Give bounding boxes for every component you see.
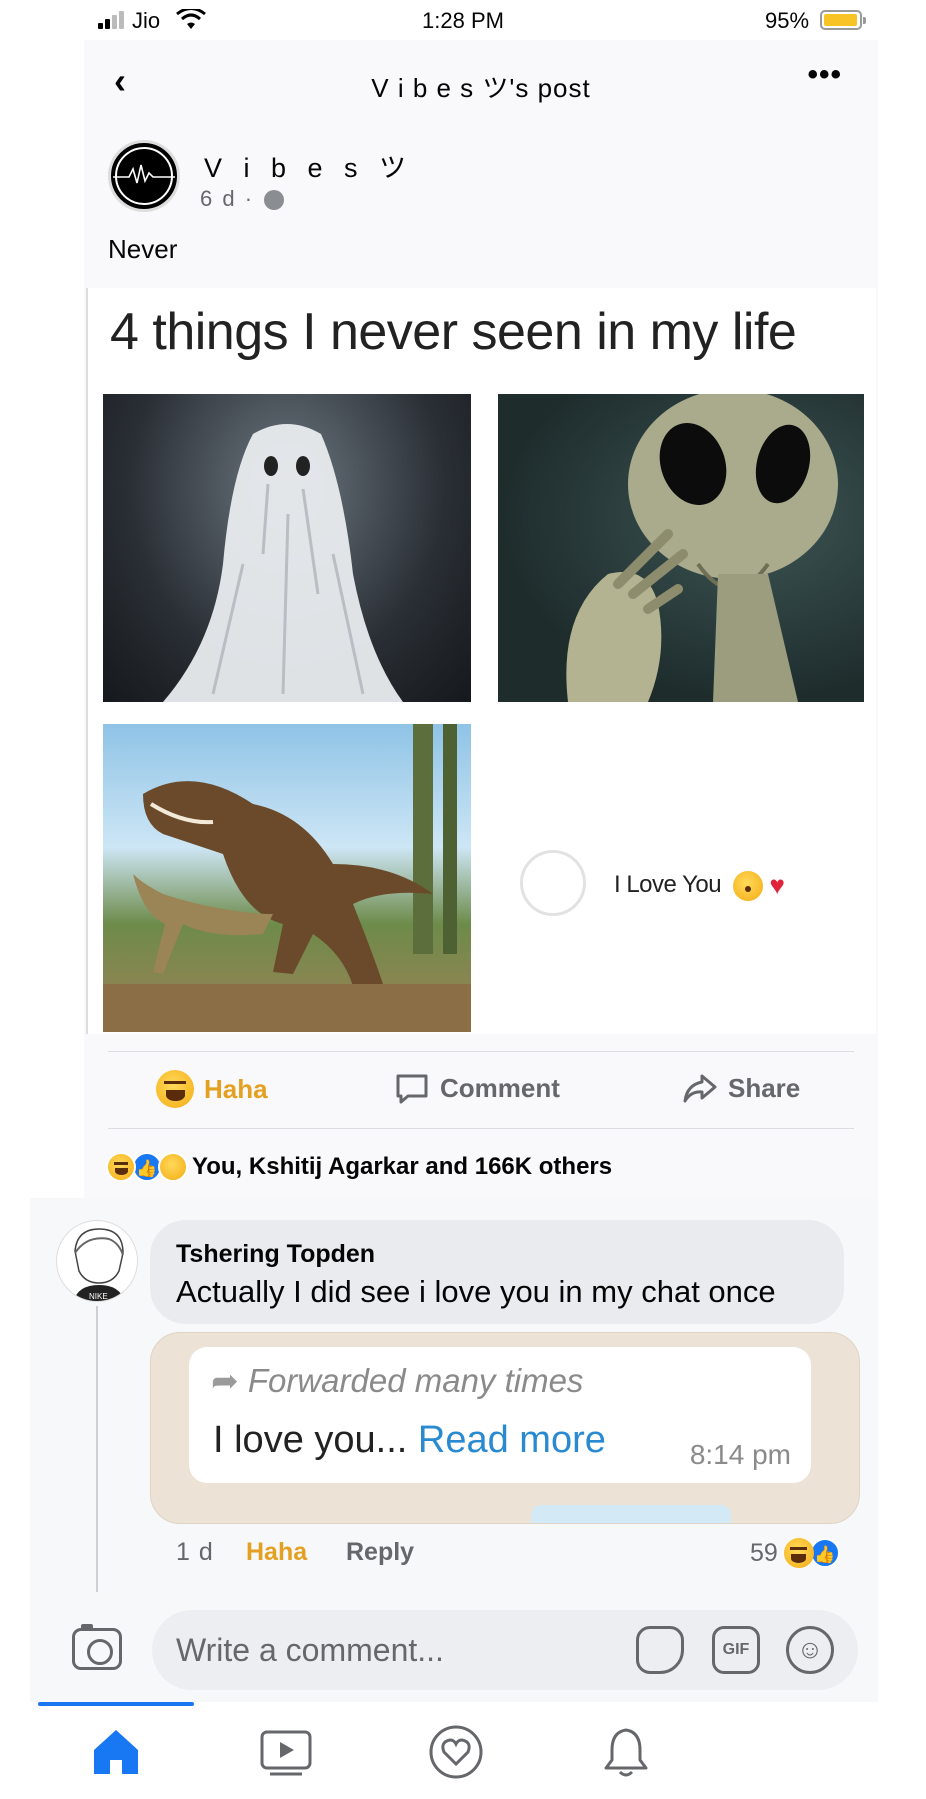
post-image[interactable]: 4 things I never seen in my life I Love … [86,288,876,1034]
meme-title: 4 things I never seen in my life [110,303,797,361]
sticker-icon[interactable] [636,1626,684,1674]
author-avatar[interactable] [108,140,180,212]
notifications-icon[interactable] [596,1722,656,1782]
post-header: ‹ V i b e s ツ's post ••• [84,40,878,122]
alien-image [498,394,864,702]
comment-icon [396,1074,428,1104]
dinosaur-image [103,724,471,1032]
message-body: I love you... [213,1419,418,1461]
comment-input[interactable] [176,1628,616,1672]
page-title: V i b e s ツ's post [371,73,591,103]
haha-icon [783,1538,814,1568]
comment-input-wrapper: GIF ☺ [152,1610,858,1690]
thread-line [96,1306,98,1592]
reactions-text: You, Kshitij Agarkar and 166K others [192,1153,613,1180]
message-time: 8:14 pm [689,1439,791,1470]
message-text: I love you... Read more [213,1419,606,1462]
video-icon[interactable] [256,1722,316,1782]
comment-haha-button[interactable]: Haha [246,1538,307,1567]
author-name[interactable]: V i b e s ツ [204,146,413,185]
comment-attachment-image[interactable]: ➦ Forwarded many times I love you... Rea… [150,1332,860,1524]
forwarded-label: ➦ Forwarded many times [211,1361,583,1400]
comment-button[interactable]: Comment [394,1070,560,1106]
reaction-count: 59 [750,1538,778,1567]
globe-icon [264,190,285,211]
share-label: Share [728,1072,801,1103]
battery-percent: 95% [765,8,810,33]
comment-age: 1 d [176,1538,214,1566]
haha-label: Haha [204,1073,268,1104]
forward-icon: ➦ [211,1362,239,1399]
reactions-summary[interactable]: 👍 You, Kshitij Agarkar and 166K others [106,1152,612,1182]
dating-icon[interactable] [426,1722,486,1782]
divider [108,1128,854,1129]
commenter-avatar[interactable]: NIKE [56,1220,138,1302]
chat-avatar [520,850,586,916]
more-dots-icon[interactable]: ••• [807,58,842,92]
post-meta: 6 d · [200,186,285,212]
share-button[interactable]: Share [682,1070,800,1106]
haha-button[interactable]: Haha [156,1070,268,1108]
heart-icon: ♥ [769,870,785,900]
comment-reaction-count[interactable]: 59 👍 [750,1538,840,1568]
sad-icon [158,1152,188,1182]
home-icon[interactable] [86,1722,146,1782]
post-age: 6 d · [200,186,255,211]
like-icon: 👍 [809,1538,840,1568]
battery-icon [820,10,866,30]
share-icon [683,1074,717,1103]
comment-reply-button[interactable]: Reply [346,1538,414,1567]
ghost-image [103,394,471,702]
active-tab-indicator [38,1702,194,1706]
reaction-icons: 👍 [106,1152,188,1182]
read-more-link: Read more [417,1419,606,1461]
next-message-bubble [531,1505,731,1523]
svg-text:NIKE: NIKE [89,1292,108,1301]
haha-icon [106,1152,136,1182]
gif-icon[interactable]: GIF [712,1626,760,1674]
love-you-text: I Love You ♥ [614,870,785,901]
panel-text: I Love You [614,870,722,898]
post-text: Never [108,234,178,264]
divider [108,1051,854,1052]
forwarded-text: Forwarded many times [247,1362,584,1399]
haha-icon [156,1070,194,1108]
emoji-icon[interactable]: ☺ [786,1626,834,1674]
comment-author[interactable]: Tshering Topden [176,1240,375,1269]
status-bar: Jio 1:28 PM 95% [0,0,926,40]
comment-bubble[interactable]: Tshering Topden Actually I did see i lov… [150,1220,844,1324]
comment-text: Actually I did see i love you in my chat… [176,1274,776,1309]
kissing-face-icon [733,870,764,901]
camera-icon[interactable] [72,1624,122,1670]
bottom-nav [30,1702,878,1799]
whatsapp-message: ➦ Forwarded many times I love you... Rea… [189,1347,811,1483]
comment-label: Comment [440,1072,560,1103]
love-you-chat-panel: I Love You ♥ [498,724,864,1032]
vibes-logo-icon [113,147,175,205]
